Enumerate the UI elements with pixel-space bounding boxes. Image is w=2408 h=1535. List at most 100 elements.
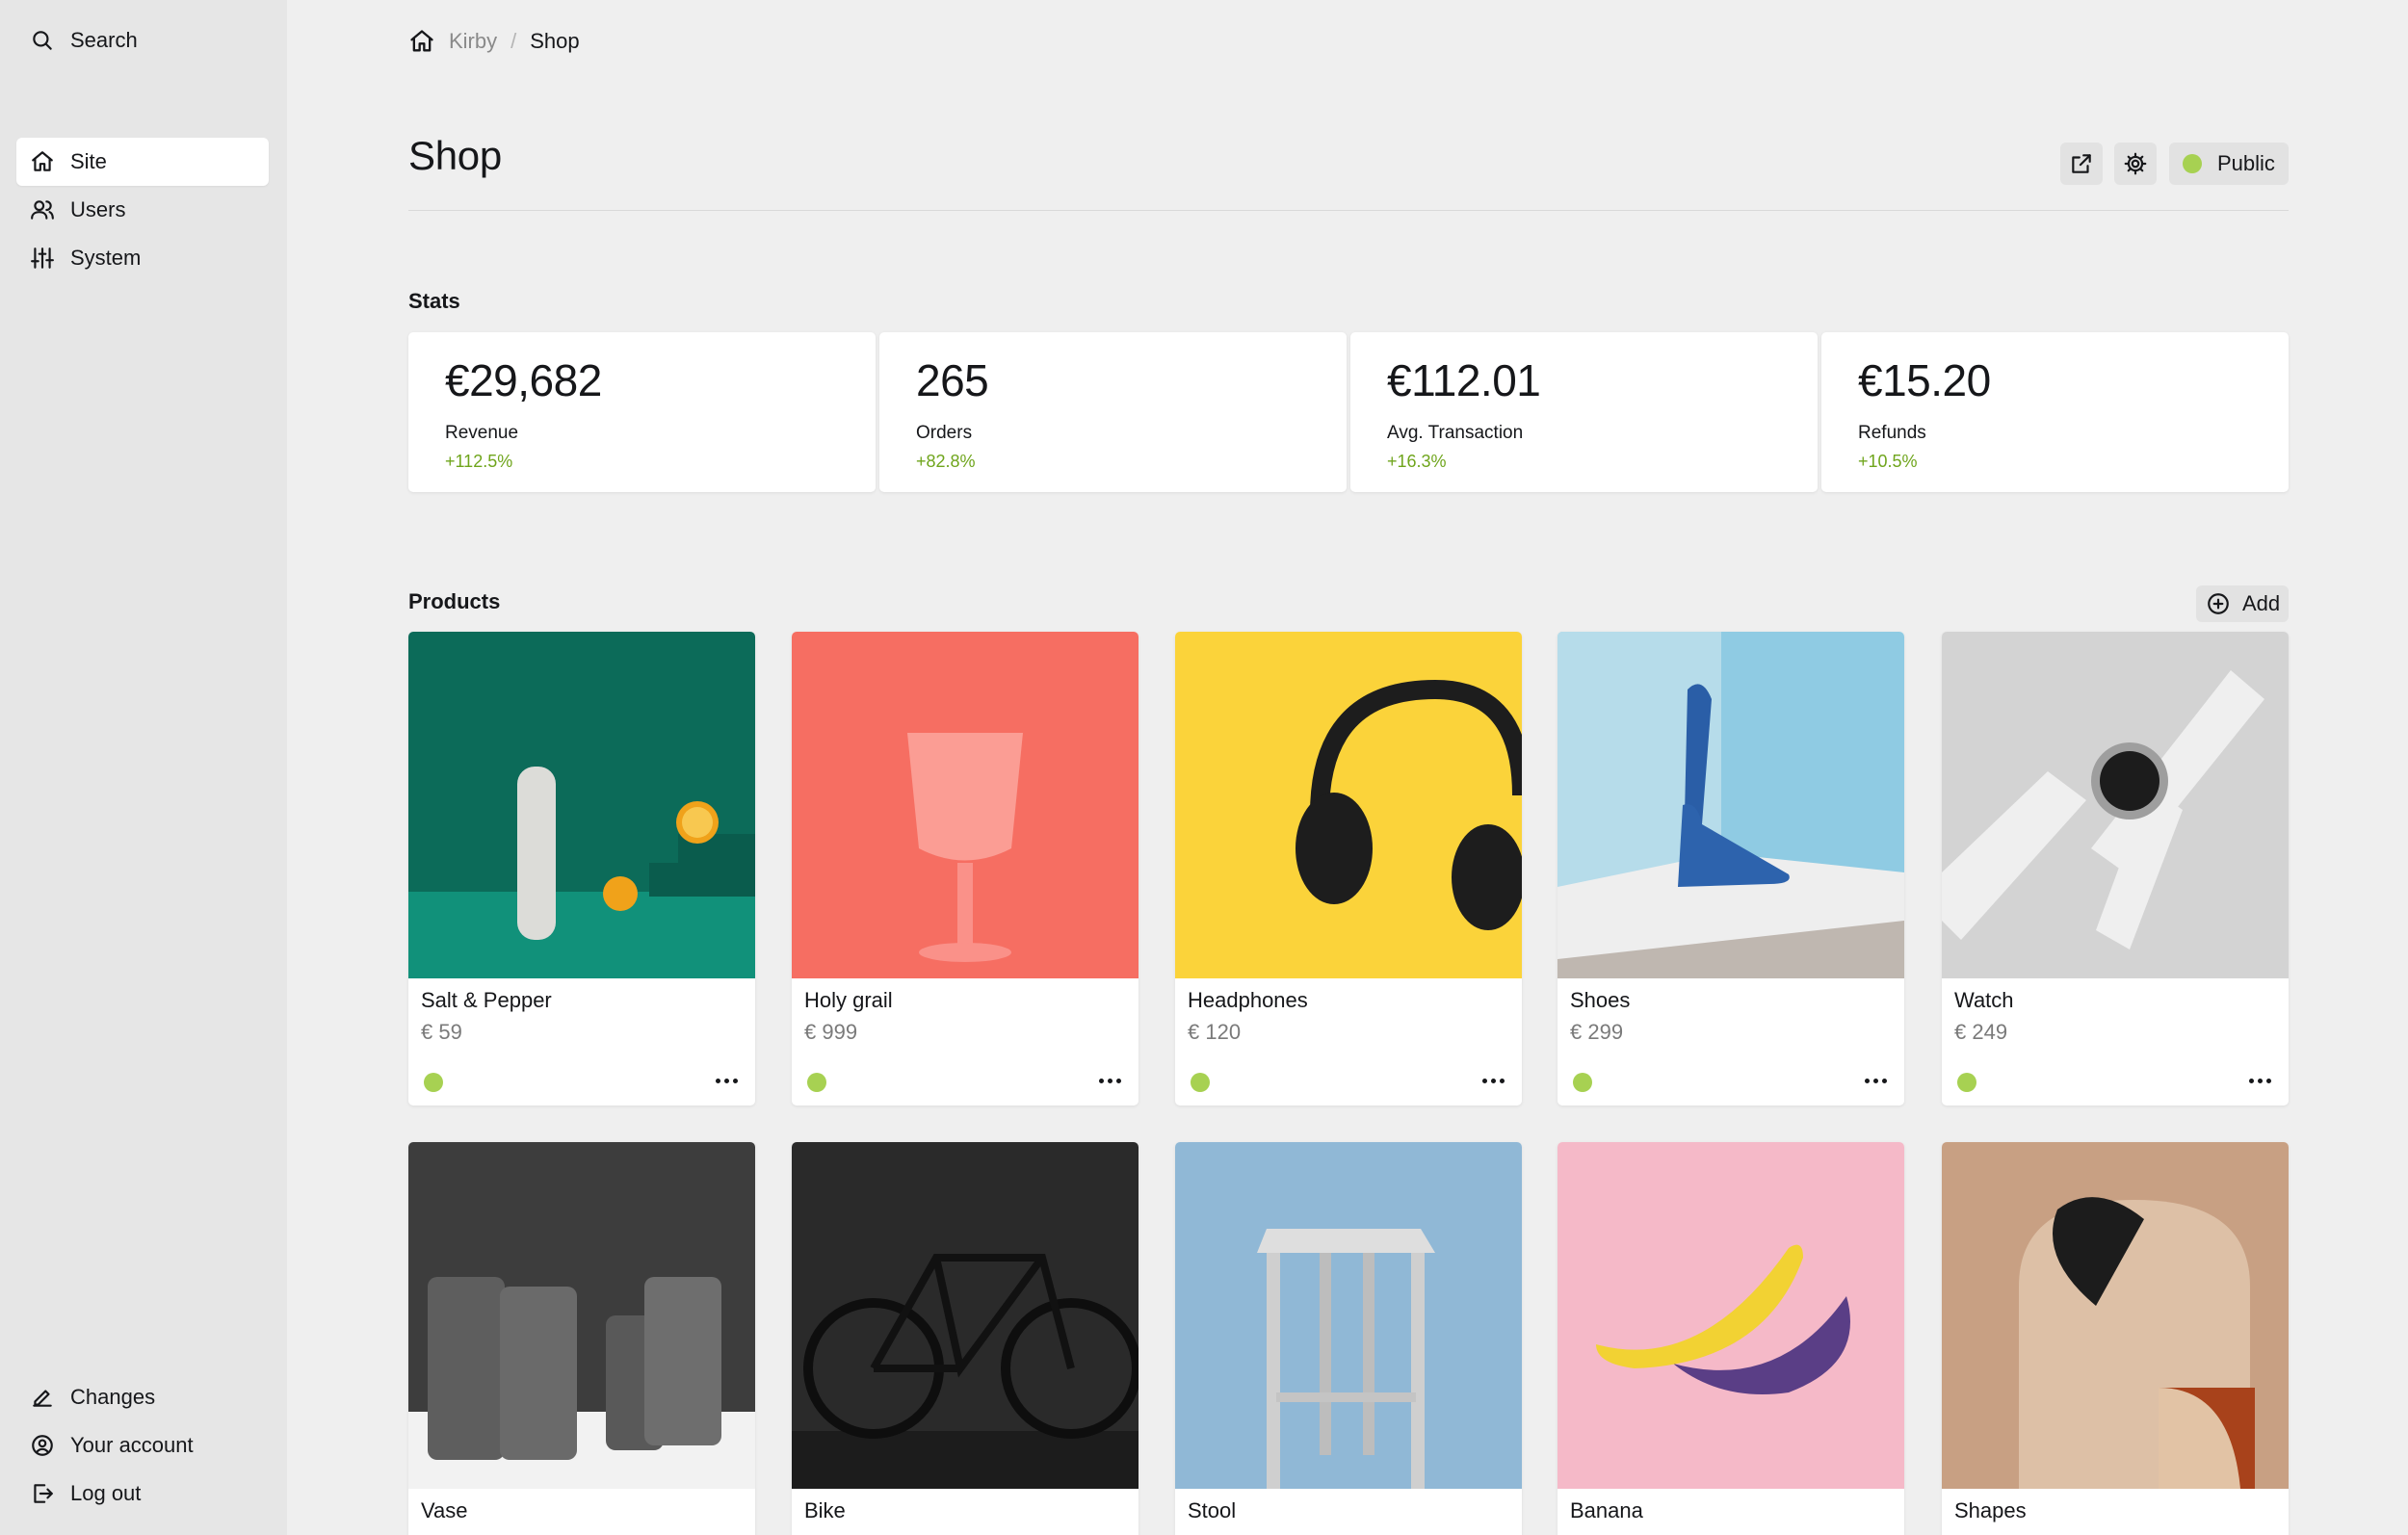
product-price: € 299 bbox=[1570, 1020, 1624, 1044]
status-label: Public bbox=[2217, 151, 2275, 175]
product-title: Watch bbox=[1954, 988, 2014, 1012]
sidebar-item-system[interactable]: System bbox=[16, 234, 269, 282]
product-title: Salt & Pepper bbox=[421, 988, 552, 1012]
product-image bbox=[1175, 632, 1522, 978]
sidebar-item-users[interactable]: Users bbox=[16, 186, 269, 234]
stat-value: €15.20 bbox=[1858, 355, 1991, 405]
breadcrumb: Kirby / Shop bbox=[408, 25, 580, 58]
product-card-bike[interactable]: Bike bbox=[792, 1142, 1139, 1535]
search-button[interactable]: Search bbox=[16, 16, 269, 65]
sidebar-item-changes[interactable]: Changes bbox=[16, 1373, 269, 1421]
plus-circle-icon bbox=[2208, 593, 2229, 614]
product-card-holy-grail[interactable]: Holy grail € 999 bbox=[792, 632, 1139, 1106]
stat-value: 265 bbox=[916, 355, 989, 405]
product-image bbox=[792, 1142, 1139, 1489]
stat-label: Refunds bbox=[1858, 423, 1926, 443]
product-image bbox=[408, 1142, 755, 1489]
status-dot-icon bbox=[1957, 1073, 1976, 1092]
stat-change: +16.3% bbox=[1387, 452, 1447, 471]
stats-heading: Stats bbox=[408, 289, 460, 313]
stat-value: €112.01 bbox=[1387, 355, 1541, 405]
add-label: Add bbox=[2242, 591, 2281, 615]
product-options-button[interactable] bbox=[1474, 1064, 1512, 1097]
product-card-watch[interactable]: Watch € 249 bbox=[1942, 632, 2289, 1106]
product-title: Vase bbox=[421, 1498, 468, 1522]
sidebar-item-account[interactable]: Your account bbox=[16, 1421, 269, 1470]
status-dot-icon bbox=[1191, 1073, 1210, 1092]
stat-value: €29,682 bbox=[445, 355, 602, 405]
product-image bbox=[1557, 632, 1904, 978]
stat-refunds: €15.20 Refunds +10.5% bbox=[1821, 332, 2289, 492]
product-price: € 999 bbox=[804, 1020, 858, 1044]
product-card-shoes[interactable]: Shoes € 299 bbox=[1557, 632, 1904, 1106]
home-icon[interactable] bbox=[408, 28, 435, 55]
product-title: Headphones bbox=[1188, 988, 1308, 1012]
product-card-stool[interactable]: Stool bbox=[1175, 1142, 1522, 1535]
pen-icon bbox=[30, 1385, 55, 1410]
stat-orders: 265 Orders +82.8% bbox=[879, 332, 1347, 492]
sidebar-item-label: Log out bbox=[70, 1481, 142, 1505]
product-image bbox=[1557, 1142, 1904, 1489]
sliders-icon bbox=[30, 246, 55, 271]
product-card-shapes[interactable]: Shapes bbox=[1942, 1142, 2289, 1535]
product-title: Holy grail bbox=[804, 988, 893, 1012]
status-dot-icon bbox=[424, 1073, 443, 1092]
stats-grid: €29,682 Revenue +112.5% 265 Orders +82.8… bbox=[408, 332, 2289, 492]
product-card-vase[interactable]: Vase bbox=[408, 1142, 755, 1535]
stat-label: Avg. Transaction bbox=[1387, 423, 1524, 443]
status-dot-icon bbox=[807, 1073, 826, 1092]
product-options-button[interactable] bbox=[1856, 1064, 1895, 1097]
status-button[interactable]: Public bbox=[2169, 143, 2289, 185]
product-options-button[interactable] bbox=[2240, 1064, 2279, 1097]
products-heading: Products bbox=[408, 589, 501, 613]
product-card-salt-pepper[interactable]: Salt & Pepper € 59 bbox=[408, 632, 755, 1106]
users-icon bbox=[30, 197, 55, 222]
header-divider bbox=[408, 210, 2289, 211]
product-image bbox=[408, 632, 755, 978]
search-label: Search bbox=[70, 28, 138, 52]
open-button[interactable] bbox=[2060, 143, 2103, 185]
sidebar-item-label: System bbox=[70, 246, 142, 270]
product-image bbox=[792, 632, 1139, 978]
sidebar-item-label: Users bbox=[70, 197, 126, 221]
stat-label: Revenue bbox=[445, 423, 519, 443]
status-dot-icon bbox=[2183, 154, 2202, 173]
search-icon bbox=[30, 28, 55, 53]
product-title: Banana bbox=[1570, 1498, 1643, 1522]
stat-change: +82.8% bbox=[916, 452, 976, 471]
stat-avg-transaction: €112.01 Avg. Transaction +16.3% bbox=[1350, 332, 1818, 492]
sidebar-item-site[interactable]: Site bbox=[16, 138, 269, 186]
external-link-icon bbox=[2072, 154, 2091, 173]
product-options-button[interactable] bbox=[707, 1064, 746, 1097]
sidebar: Search Site Users System Changes Your ac… bbox=[0, 0, 287, 1535]
product-card-headphones[interactable]: Headphones € 120 bbox=[1175, 632, 1522, 1106]
stat-change: +10.5% bbox=[1858, 452, 1918, 471]
product-title: Shapes bbox=[1954, 1498, 2027, 1522]
stat-label: Orders bbox=[916, 423, 973, 443]
product-title: Stool bbox=[1188, 1498, 1237, 1522]
status-dot-icon bbox=[1573, 1073, 1592, 1092]
add-product-button[interactable]: Add bbox=[2196, 585, 2289, 622]
sidebar-item-label: Your account bbox=[70, 1433, 194, 1457]
product-title: Shoes bbox=[1570, 988, 1631, 1012]
logout-icon bbox=[30, 1481, 55, 1506]
breadcrumb-separator: / bbox=[510, 29, 517, 53]
product-options-button[interactable] bbox=[1090, 1064, 1129, 1097]
product-image bbox=[1942, 632, 2289, 978]
breadcrumb-current-link[interactable]: Shop bbox=[530, 29, 579, 54]
stat-change: +112.5% bbox=[445, 452, 513, 471]
breadcrumb-home-link[interactable]: Kirby bbox=[449, 29, 497, 54]
product-title: Bike bbox=[804, 1498, 846, 1522]
page-title: Shop bbox=[408, 133, 502, 178]
product-card-banana[interactable]: Banana bbox=[1557, 1142, 1904, 1535]
product-image bbox=[1942, 1142, 2289, 1489]
product-price: € 249 bbox=[1954, 1020, 2008, 1044]
product-price: € 59 bbox=[421, 1020, 462, 1044]
sidebar-item-label: Changes bbox=[70, 1385, 156, 1409]
sidebar-item-label: Site bbox=[70, 149, 107, 173]
sidebar-item-logout[interactable]: Log out bbox=[16, 1470, 269, 1518]
stat-revenue: €29,682 Revenue +112.5% bbox=[408, 332, 876, 492]
product-image bbox=[1175, 1142, 1522, 1489]
settings-button[interactable] bbox=[2114, 143, 2157, 185]
gear-icon bbox=[2124, 152, 2147, 175]
